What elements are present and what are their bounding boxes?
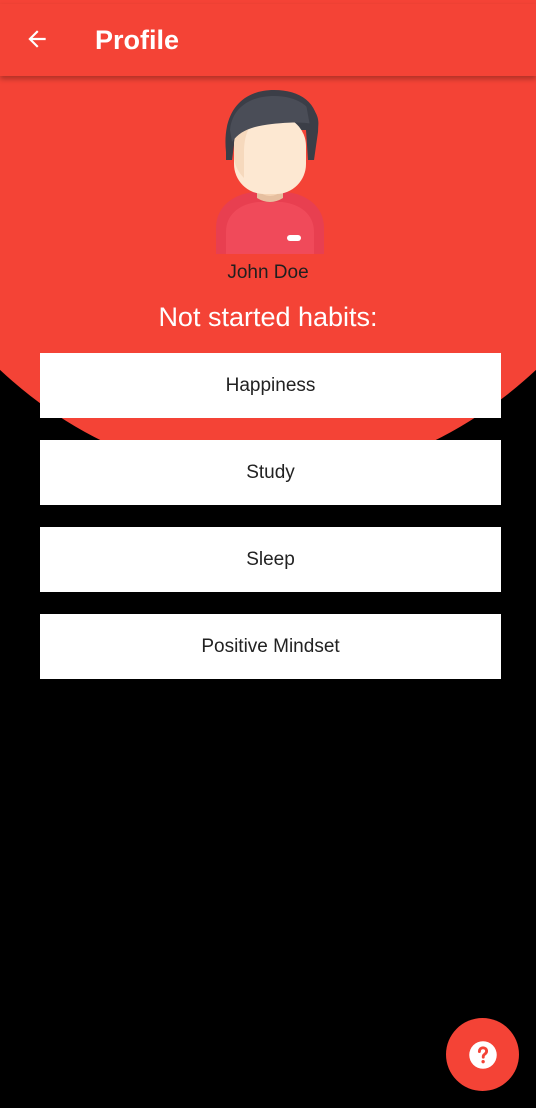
profile-screen: Profile John Doe Not started habits: Hap… [0,0,536,1108]
section-heading: Not started habits: [158,302,378,332]
help-button[interactable] [446,1018,519,1091]
app-bar: Profile [0,4,536,76]
help-circle-icon [468,1040,497,1069]
back-button[interactable] [14,16,60,62]
habit-item-positive-mindset[interactable]: Positive Mindset [40,614,501,679]
habit-list: Happiness Study Sleep Positive Mindset [40,353,501,701]
user-name: John Doe [227,262,309,283]
habit-item-happiness[interactable]: Happiness [40,353,501,418]
habit-item-sleep[interactable]: Sleep [40,527,501,592]
arrow-left-icon [28,30,46,48]
habit-item-study[interactable]: Study [40,440,501,505]
user-avatar-icon [216,90,324,254]
page-title: Profile [95,25,180,55]
